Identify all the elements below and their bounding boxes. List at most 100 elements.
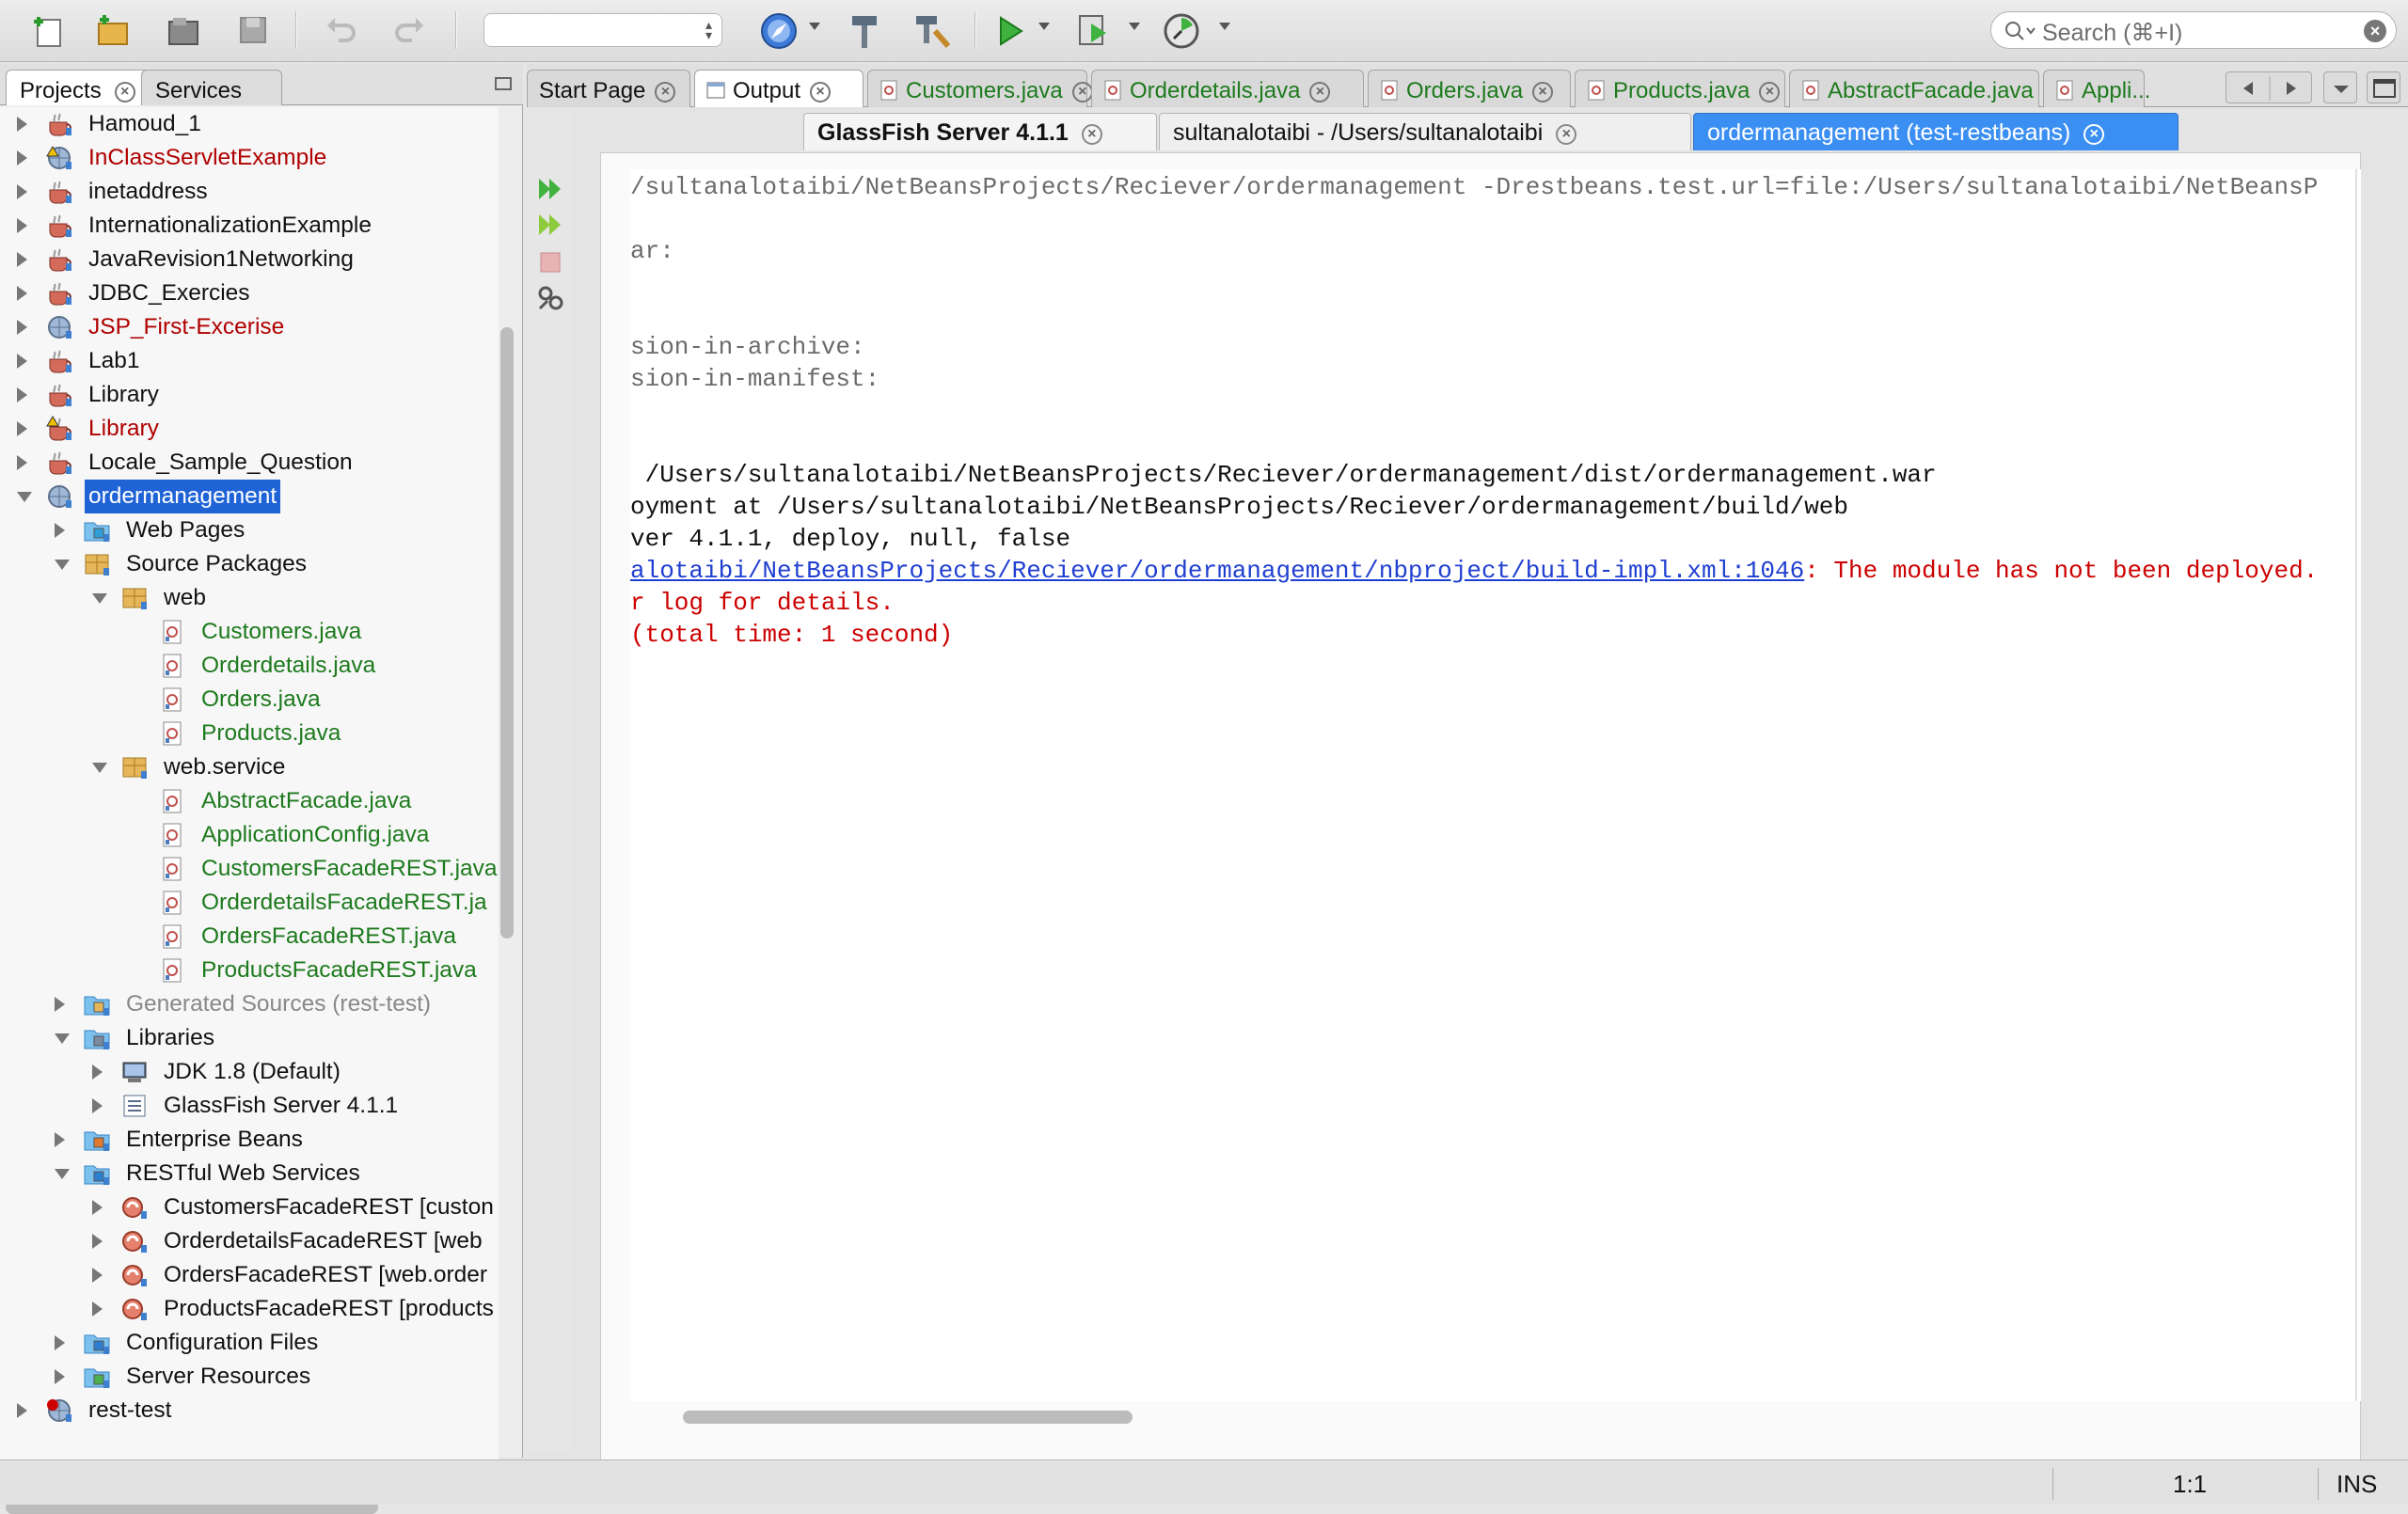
rerun-icon[interactable]: [536, 175, 564, 203]
build-hammer-icon[interactable]: [841, 9, 886, 53]
document-tab[interactable]: Output ×: [694, 70, 863, 107]
tab-projects[interactable]: Projects ×: [6, 70, 150, 105]
tree-item[interactable]: AbstractFacade.java: [130, 784, 499, 818]
tree-item[interactable]: Lab1: [17, 344, 499, 378]
tree-item[interactable]: Hamoud_1: [17, 107, 499, 141]
settings-tools-icon[interactable]: [536, 284, 564, 312]
output-subtab[interactable]: ordermanagement (test-restbeans) ×: [1693, 113, 2178, 150]
tree-item[interactable]: RESTful Web Services: [55, 1157, 499, 1191]
tree-vertical-scrollbar[interactable]: [500, 327, 514, 938]
tree-item[interactable]: Products.java: [130, 717, 499, 750]
tree-expanded-icon[interactable]: [92, 593, 107, 604]
tree-item[interactable]: ProductsFacadeREST.java: [130, 954, 499, 987]
stop-icon[interactable]: [536, 248, 564, 276]
tree-expanded-icon[interactable]: [55, 1033, 70, 1044]
tree-item[interactable]: Configuration Files: [55, 1326, 499, 1360]
tree-item[interactable]: ApplicationConfig.java: [130, 818, 499, 852]
tree-collapsed-icon[interactable]: [17, 320, 27, 335]
tree-item[interactable]: Libraries: [55, 1021, 499, 1055]
undo-icon[interactable]: [318, 9, 363, 53]
debug-dropdown-icon[interactable]: [1129, 23, 1140, 30]
document-tab[interactable]: Appli...: [2043, 70, 2150, 107]
run-icon[interactable]: [988, 9, 1033, 53]
close-icon[interactable]: ×: [1556, 124, 1577, 145]
tree-item[interactable]: Orders.java: [130, 683, 499, 717]
tree-collapsed-icon[interactable]: [17, 286, 27, 301]
tree-item[interactable]: inetaddress: [17, 175, 499, 209]
browser-icon[interactable]: [756, 9, 801, 53]
show-opened-documents-icon[interactable]: [2323, 71, 2357, 103]
tree-collapsed-icon[interactable]: [17, 387, 27, 402]
tree-item[interactable]: ordermanagement: [17, 480, 499, 513]
tree-item[interactable]: Generated Sources (rest-test): [55, 987, 499, 1021]
tree-collapsed-icon[interactable]: [92, 1098, 103, 1113]
tree-collapsed-icon[interactable]: [92, 1268, 103, 1283]
minimize-window-icon[interactable]: [495, 77, 512, 90]
debug-icon[interactable]: [1072, 9, 1117, 53]
tree-item[interactable]: web.service: [92, 750, 499, 784]
tree-collapsed-icon[interactable]: [17, 421, 27, 436]
tree-item[interactable]: OrderdetailsFacadeREST [web: [92, 1224, 499, 1258]
tree-collapsed-icon[interactable]: [55, 1369, 65, 1384]
tree-item[interactable]: Source Packages: [55, 547, 499, 581]
clear-search-icon[interactable]: ×: [2364, 20, 2386, 42]
tree-collapsed-icon[interactable]: [17, 1403, 27, 1418]
close-icon[interactable]: ×: [1309, 82, 1331, 103]
close-icon[interactable]: ×: [1071, 82, 1093, 103]
tree-item[interactable]: ProductsFacadeREST [products: [92, 1292, 499, 1326]
tree-item[interactable]: Orderdetails.java: [130, 649, 499, 683]
close-icon[interactable]: ×: [655, 82, 676, 103]
tree-item[interactable]: Customers.java: [130, 615, 499, 649]
tree-collapsed-icon[interactable]: [55, 997, 65, 1012]
tree-expanded-icon[interactable]: [55, 1169, 70, 1179]
tree-collapsed-icon[interactable]: [17, 354, 27, 369]
tab-services[interactable]: Services: [141, 70, 282, 105]
run-dropdown-icon[interactable]: [1038, 23, 1050, 30]
close-icon[interactable]: ×: [1532, 82, 1554, 103]
clean-build-icon[interactable]: [911, 9, 956, 53]
tree-item[interactable]: Web Pages: [55, 513, 499, 547]
tree-item[interactable]: rest-test: [17, 1394, 499, 1427]
tree-item[interactable]: Library: [17, 378, 499, 412]
new-project-icon[interactable]: [90, 9, 135, 53]
tree-item[interactable]: OrderdetailsFacadeREST.ja: [130, 886, 499, 920]
close-icon[interactable]: ×: [2083, 124, 2105, 145]
tree-expanded-icon[interactable]: [92, 763, 107, 773]
new-file-icon[interactable]: [26, 9, 71, 53]
document-tab[interactable]: Orders.java ×: [1368, 70, 1571, 107]
tab-scroll-arrows[interactable]: [2226, 71, 2312, 103]
tree-collapsed-icon[interactable]: [92, 1200, 103, 1215]
close-icon[interactable]: ×: [1081, 124, 1102, 145]
profile-dropdown-icon[interactable]: [1219, 23, 1230, 30]
tree-item[interactable]: Library: [17, 412, 499, 446]
profile-icon[interactable]: [1159, 9, 1204, 53]
document-tab[interactable]: Orderdetails.java ×: [1091, 70, 1364, 107]
tree-item[interactable]: JSP_First-Excerise: [17, 310, 499, 344]
tree-item[interactable]: web: [92, 581, 499, 615]
output-horizontal-scrollbar[interactable]: [683, 1411, 1133, 1424]
tree-collapsed-icon[interactable]: [92, 1234, 103, 1249]
tree-collapsed-icon[interactable]: [55, 1335, 65, 1350]
tree-item[interactable]: Enterprise Beans: [55, 1123, 499, 1157]
save-all-icon[interactable]: [231, 9, 277, 53]
tree-item[interactable]: InternationalizationExample: [17, 209, 499, 243]
tree-collapsed-icon[interactable]: [55, 523, 65, 538]
browser-dropdown-icon[interactable]: [809, 23, 820, 30]
document-tab[interactable]: Products.java ×: [1575, 70, 1785, 107]
tree-collapsed-icon[interactable]: [17, 252, 27, 267]
tree-item[interactable]: JDBC_Exercies: [17, 276, 499, 310]
maximize-window-icon[interactable]: [2367, 71, 2400, 103]
tree-collapsed-icon[interactable]: [55, 1132, 65, 1147]
output-subtab[interactable]: GlassFish Server 4.1.1 ×: [803, 113, 1157, 150]
close-icon[interactable]: ×: [114, 82, 135, 103]
tree-collapsed-icon[interactable]: [92, 1301, 103, 1317]
document-tab[interactable]: AbstractFacade.java×: [1789, 70, 2064, 107]
tree-item[interactable]: OrdersFacadeREST [web.order: [92, 1258, 499, 1292]
output-console[interactable]: /sultanalotaibi/NetBeansProjects/Recieve…: [630, 169, 2361, 1401]
tree-collapsed-icon[interactable]: [17, 218, 27, 233]
tree-item[interactable]: JavaRevision1Networking: [17, 243, 499, 276]
configuration-select[interactable]: ▴ ▾: [483, 13, 722, 47]
output-subtab[interactable]: sultanalotaibi - /Users/sultanalotaibi ×: [1159, 113, 1691, 150]
tree-collapsed-icon[interactable]: [17, 455, 27, 470]
document-tab[interactable]: Start Page ×: [527, 70, 690, 107]
